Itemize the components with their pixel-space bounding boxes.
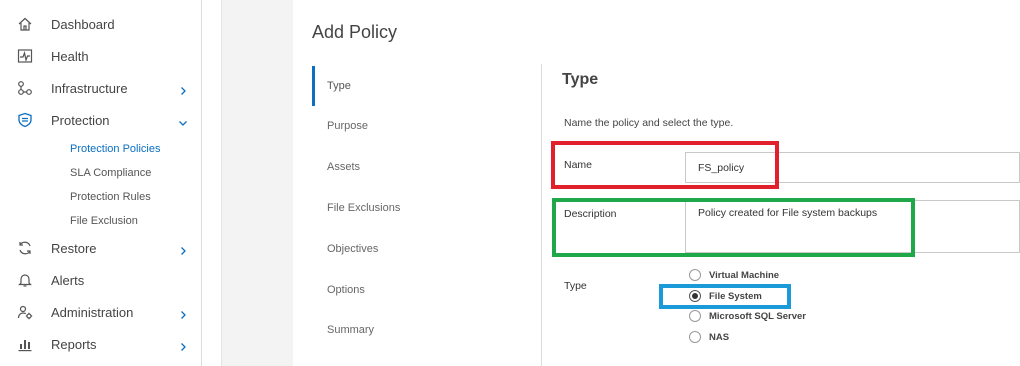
policy-description-input[interactable]: Policy created for File system backups	[685, 200, 1020, 253]
chevron-right-icon[interactable]	[178, 243, 188, 255]
radio-button[interactable]	[689, 269, 701, 281]
type-option-microsoft-sql-server[interactable]: Microsoft SQL Server	[689, 310, 806, 322]
sidebar-item-administration[interactable]: Administration	[0, 299, 202, 325]
sidebar: Dashboard Health Infrastructure Protecti…	[0, 0, 202, 366]
wizard-step-options[interactable]: Options	[312, 270, 542, 310]
wizard-step-file-exclusions[interactable]: File Exclusions	[312, 188, 542, 228]
reports-icon	[16, 335, 34, 353]
bell-icon	[16, 271, 34, 289]
wizard-step-label: Objectives	[327, 243, 379, 255]
restore-icon	[16, 239, 34, 257]
sidebar-item-restore[interactable]: Restore	[0, 235, 202, 261]
radio-label: Microsoft SQL Server	[709, 310, 806, 322]
sidebar-item-label: Dashboard	[51, 16, 115, 32]
admin-icon	[16, 303, 34, 321]
active-step-indicator	[312, 66, 315, 106]
radio-button[interactable]	[689, 331, 701, 343]
page-title: Add Policy	[312, 22, 398, 42]
policy-name-input[interactable]	[685, 152, 1020, 183]
shield-icon	[16, 111, 34, 129]
wizard-divider	[541, 64, 542, 366]
health-icon	[16, 47, 34, 65]
type-option-nas[interactable]: NAS	[689, 331, 729, 343]
add-policy-wizard: Add Policy Type Purpose Assets File Excl…	[293, 0, 1020, 366]
wizard-step-label: Summary	[327, 324, 375, 336]
sidebar-item-reports[interactable]: Reports	[0, 331, 202, 357]
wizard-step-label: Type	[327, 80, 351, 92]
chevron-right-icon[interactable]	[178, 339, 188, 351]
wizard-step-label: File Exclusions	[327, 202, 401, 214]
sidebar-subitem-protection-rules[interactable]: Protection Rules	[70, 191, 151, 203]
chevron-right-icon[interactable]	[178, 83, 188, 95]
sidebar-item-dashboard[interactable]: Dashboard	[0, 11, 202, 37]
radio-label: Virtual Machine	[709, 269, 780, 281]
section-title: Type	[562, 71, 599, 88]
sidebar-item-label: Reports	[51, 336, 97, 352]
wizard-step-assets[interactable]: Assets	[312, 147, 542, 187]
sidebar-item-health[interactable]: Health	[0, 43, 202, 69]
wizard-step-label: Assets	[327, 161, 361, 173]
sidebar-subitem-file-exclusion[interactable]: File Exclusion	[70, 215, 138, 227]
sidebar-item-label: Health	[51, 48, 89, 64]
sidebar-subitem-sla-compliance[interactable]: SLA Compliance	[70, 167, 151, 179]
section-description: Name the policy and select the type.	[564, 117, 734, 129]
wizard-step-label: Purpose	[327, 120, 368, 132]
wizard-step-objectives[interactable]: Objectives	[312, 229, 542, 269]
wizard-step-type[interactable]: Type	[312, 66, 542, 106]
sidebar-item-label: Protection	[51, 112, 110, 128]
sidebar-item-label: Alerts	[51, 272, 85, 288]
wizard-step-summary[interactable]: Summary	[312, 310, 542, 350]
description-label: Description	[564, 208, 617, 220]
sidebar-item-label: Administration	[51, 304, 134, 320]
type-option-virtual-machine[interactable]: Virtual Machine	[689, 269, 779, 281]
wizard-step-label: Options	[327, 284, 365, 296]
sidebar-subitem-protection-policies[interactable]: Protection Policies	[70, 143, 161, 155]
radio-label: File System	[709, 290, 762, 302]
sidebar-item-protection[interactable]: Protection	[0, 107, 202, 133]
chevron-right-icon[interactable]	[178, 307, 188, 319]
type-label: Type	[564, 280, 587, 292]
type-option-file-system[interactable]: File System	[689, 290, 762, 302]
infrastructure-icon	[16, 79, 34, 97]
wizard-step-purpose[interactable]: Purpose	[312, 106, 542, 146]
sidebar-item-infrastructure[interactable]: Infrastructure	[0, 75, 202, 101]
panel-gutter	[203, 0, 222, 366]
sidebar-item-label: Infrastructure	[51, 80, 128, 96]
home-icon	[16, 15, 34, 33]
name-label: Name	[564, 159, 593, 171]
radio-button[interactable]	[689, 310, 701, 322]
radio-button[interactable]	[689, 290, 701, 302]
radio-label: NAS	[709, 331, 730, 343]
sidebar-item-alerts[interactable]: Alerts	[0, 267, 202, 293]
sidebar-item-label: Restore	[51, 240, 97, 256]
panel-backdrop	[222, 0, 293, 366]
chevron-down-icon[interactable]	[178, 115, 188, 126]
